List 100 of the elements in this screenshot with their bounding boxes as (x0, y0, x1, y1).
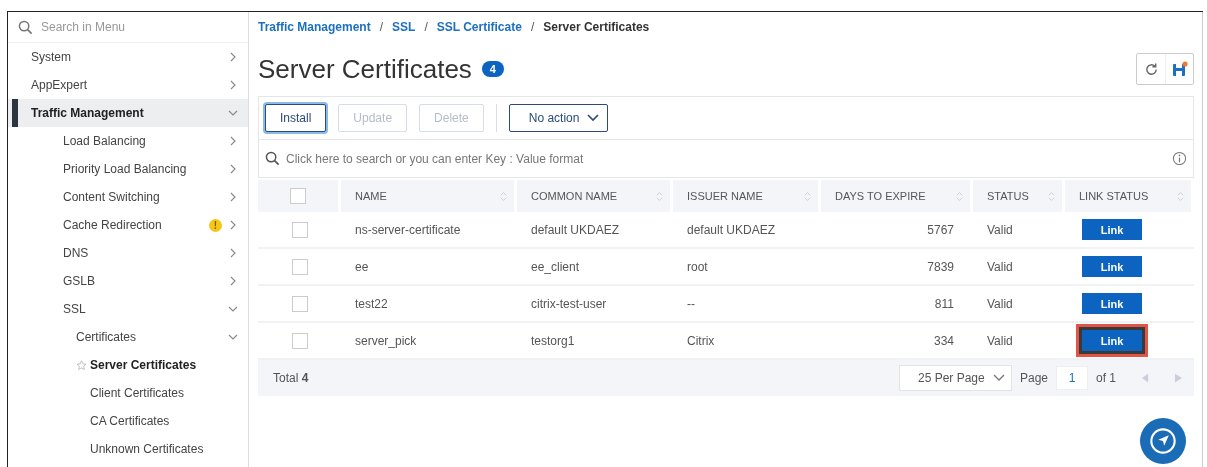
caret-icon (992, 374, 1005, 382)
menu-item-label: Content Switching (63, 190, 160, 204)
menu-item-label: GSLB (63, 274, 95, 288)
menu-item[interactable]: Content Switching (8, 183, 248, 211)
toolbar-button[interactable]: Install (265, 104, 327, 132)
action-dropdown[interactable]: No action (508, 104, 609, 132)
menu-item[interactable]: AppExpert (8, 71, 248, 99)
link-button[interactable]: Link (1076, 324, 1148, 357)
table-cell-text: Valid (986, 221, 1014, 239)
page-number-field[interactable]: 1 (1056, 366, 1088, 390)
save-icon (1171, 61, 1188, 77)
table-cell-text: Valid (986, 258, 1014, 276)
count-badge: 4 (481, 61, 504, 77)
menu-item[interactable]: SSL (8, 295, 248, 323)
table-cell-text: 5767 (926, 221, 955, 239)
menu-item[interactable]: CA Certificates (8, 407, 248, 435)
column-header[interactable]: NAME (341, 180, 514, 212)
total-count: Total 4 (273, 371, 309, 385)
navigation-button[interactable] (1140, 418, 1186, 464)
menu-item-label: Certificates (76, 330, 137, 344)
chevron-right-icon[interactable] (228, 164, 238, 174)
table-cell-text: Citrix (686, 332, 716, 350)
chevron-down-icon[interactable] (228, 108, 238, 118)
table-cell-text: ee (354, 258, 370, 276)
table-cell-text: Valid (986, 332, 1014, 350)
menu-search-field[interactable]: Search in Menu (8, 12, 248, 43)
table-search-field[interactable]: Click here to search or you can enter Key : Value format (284, 150, 1168, 167)
search-icon (265, 151, 280, 166)
chevron-down-icon[interactable] (228, 304, 238, 314)
chevron-right-icon[interactable] (228, 192, 238, 202)
breadcrumb-link[interactable]: SSL (392, 20, 416, 34)
chevron-down-icon[interactable] (228, 332, 238, 342)
menu-item-label: Client Certificates (90, 386, 185, 400)
table-cell-text: test22 (354, 295, 389, 313)
menu-item[interactable]: Client Certificates (8, 379, 248, 407)
menu-item[interactable]: DNS (8, 239, 248, 267)
menu-item-label: Server Certificates (90, 358, 197, 372)
column-header[interactable]: ISSUER NAME (673, 180, 818, 212)
table-cell-text: default UKDAEZ (686, 221, 777, 239)
menu-search-input[interactable]: Search in Menu (39, 19, 233, 35)
table-cell-text: 334 (932, 332, 955, 350)
table-cell-text: -- (686, 295, 696, 313)
menu-item-label: CA Certificates (90, 414, 170, 428)
menu-item[interactable]: Server Certificates (8, 351, 248, 379)
chevron-right-icon[interactable] (228, 276, 238, 286)
breadcrumb-separator: / (530, 20, 535, 34)
menu-item[interactable]: Certificates (8, 323, 248, 351)
chevron-right-icon[interactable] (228, 52, 238, 62)
column-header[interactable]: DAYS TO EXPIRE (821, 180, 970, 212)
table-cell-text: root (686, 258, 709, 276)
menu-item-label: System (31, 50, 71, 64)
menu-item[interactable]: Unknown Certificates (8, 435, 248, 463)
menu-item-label: Cache Redirection (63, 218, 162, 232)
chevron-right-icon[interactable] (228, 220, 238, 230)
menu-item-label: AppExpert (31, 78, 88, 92)
breadcrumb-current: Server Certificates (543, 20, 650, 34)
column-header[interactable]: STATUS (973, 180, 1062, 212)
page-count-label: of 1 (1096, 371, 1116, 385)
chevron-right-icon[interactable] (228, 80, 238, 90)
table-cell-text: testorg1 (530, 332, 576, 350)
info-icon[interactable] (1172, 151, 1187, 166)
breadcrumb-separator: / (379, 20, 384, 34)
link-button[interactable]: Link (1082, 219, 1142, 240)
breadcrumb-link[interactable]: SSL Certificate (436, 20, 522, 34)
row-checkbox[interactable] (291, 295, 308, 312)
chevron-right-icon[interactable] (228, 136, 238, 146)
refresh-icon (1143, 61, 1159, 77)
column-header[interactable]: LINK STATUS (1065, 180, 1191, 212)
menu-item[interactable]: GSLB (8, 267, 248, 295)
table-cell-text: ee_client (530, 258, 581, 276)
search-icon (18, 19, 33, 35)
breadcrumb-link[interactable]: Traffic Management (258, 20, 371, 34)
row-checkbox[interactable] (291, 258, 308, 275)
link-button[interactable]: Link (1082, 256, 1142, 277)
menu-item[interactable]: System (8, 43, 248, 71)
menu-item-label: DNS (63, 246, 89, 260)
menu-item[interactable]: Cache Redirection ! (8, 211, 248, 239)
link-button[interactable]: Link (1082, 293, 1142, 314)
menu-item-label: Priority Load Balancing (63, 162, 187, 176)
row-checkbox[interactable] (291, 332, 308, 349)
star-icon[interactable] (76, 359, 87, 371)
table-cell-text: server_pick (354, 332, 418, 350)
table-cell-text: default UKDAEZ (530, 221, 621, 239)
page-label: Page (1019, 371, 1048, 385)
page-title: Server Certificates (258, 53, 472, 85)
column-header[interactable]: COMMON NAME (517, 180, 670, 212)
chevron-right-icon[interactable] (228, 248, 238, 258)
table-cell-text: 7839 (926, 258, 955, 276)
select-all-checkbox[interactable] (290, 188, 306, 204)
breadcrumb-separator: / (424, 20, 428, 34)
menu-item[interactable]: Load Balancing (8, 127, 248, 155)
row-checkbox[interactable] (291, 221, 308, 238)
caret-icon (587, 114, 600, 122)
menu-item[interactable]: Priority Load Balancing (8, 155, 248, 183)
per-page-dropdown[interactable]: 25 Per Page (898, 365, 1012, 391)
menu-item[interactable]: Traffic Management (8, 99, 248, 127)
menu-item-label: SSL (63, 302, 86, 316)
menu-item-label: Load Balancing (63, 134, 146, 148)
menu-item-label: Traffic Management (31, 106, 144, 120)
warning-badge: ! (209, 218, 222, 232)
